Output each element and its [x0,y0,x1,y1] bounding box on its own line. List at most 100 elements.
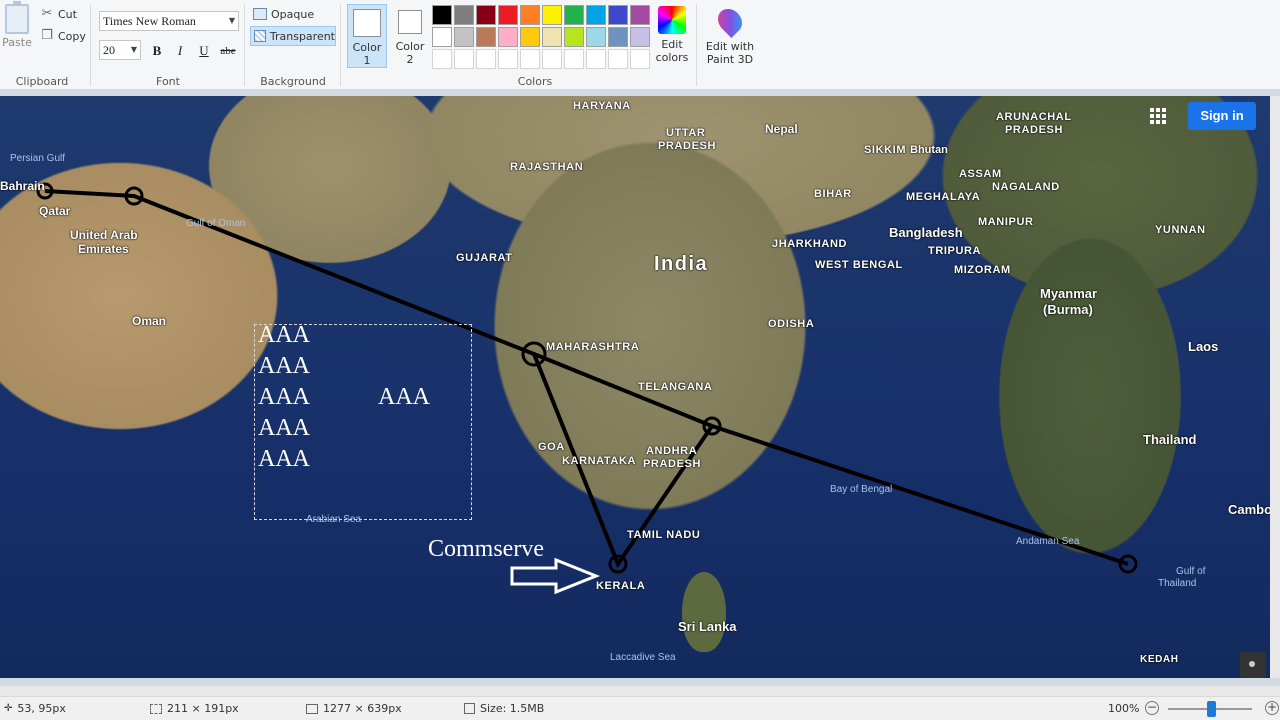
transparent-icon [254,30,266,42]
map-label: Oman [132,314,167,328]
divider [340,4,341,86]
selection-icon [150,703,162,714]
map-label: Cambo [1228,502,1270,517]
color2-swatch [398,10,422,34]
font-group-label: Font [156,75,180,88]
canvas-text: AAA [258,446,310,472]
cut-label: Cut [58,7,77,21]
map-label: SIKKIM [864,144,907,156]
copy-button[interactable]: ❐ Copy [40,27,86,45]
color1-swatch [353,9,381,37]
apps-grid-icon[interactable] [1150,108,1166,124]
map-label: KARNATAKA [562,455,637,467]
image-size-icon [306,703,318,714]
font-family-select[interactable]: Times New Roman ▼ [99,11,239,31]
sign-in-button[interactable]: Sign in [1188,102,1256,130]
my-location-icon[interactable] [1240,652,1266,678]
map-label: GOA [538,441,565,453]
horizontal-scrollbar[interactable] [0,686,1280,696]
map-label: ASSAM [959,168,1002,180]
map-label: Laccadive Sea [610,652,676,663]
font-size-select[interactable]: 20 ▼ [99,40,141,60]
map-label: ODISHA [768,318,815,330]
zoom-in-button[interactable]: + [1265,701,1279,715]
map-label: ARUNACHAL [996,111,1072,123]
map-label: PRADESH [1005,124,1063,136]
opaque-option[interactable]: Opaque [250,4,336,24]
map-label: India [654,253,709,275]
paint3d-line1: Edit with [705,40,755,53]
disk-icon [464,703,475,714]
map-label: MEGHALAYA [906,191,981,203]
strikethrough-button[interactable]: abe [218,42,238,60]
arrow-shape [510,557,601,595]
map-label: PRADESH [643,458,701,470]
vertical-scrollbar[interactable] [1270,96,1280,678]
selection-size: 211 × 191px [150,702,239,715]
cursor-icon: ✛ [4,703,13,714]
copy-icon: ❐ [41,28,53,43]
color2-label-line1: Color [395,40,425,53]
paint3d-icon [713,4,747,38]
selection-size-text: 211 × 191px [167,702,239,715]
map-label: NAGALAND [992,181,1060,193]
color-wheel-icon [658,6,686,34]
map-label: TRIPURA [928,245,982,257]
map-label: KEDAH [1140,654,1179,665]
map-label: YUNNAN [1155,224,1206,236]
map-image[interactable]: HARYANA UTTAR PRADESH Nepal ARUNACHAL PR… [0,96,1270,678]
map-label: Thailand [1143,432,1197,447]
color2-label-line2: 2 [406,53,414,66]
clipboard-group-label: Clipboard [15,75,69,88]
map-label: Bahrain [0,179,45,193]
chevron-down-icon: ▼ [228,16,235,25]
canvas-text: AAA [258,322,310,348]
map-label: United Arab [70,228,138,242]
zoom-slider-thumb[interactable] [1207,701,1216,717]
opaque-icon [253,8,267,20]
map-label: (Burma) [1043,302,1093,317]
map-label: Emirates [78,242,129,256]
commserve-label: Commserve [428,536,544,562]
zoom-out-button[interactable]: − [1145,701,1159,715]
edit-with-paint3d-button[interactable]: Edit with Paint 3D [704,4,756,66]
underline-button[interactable]: U [194,42,214,60]
map-label: Myanmar [1040,286,1098,301]
copy-label: Copy [58,29,86,43]
map-label: WEST BENGAL [815,259,903,271]
image-size: 1277 × 639px [306,702,402,715]
italic-button[interactable]: I [170,42,190,60]
chevron-down-icon: ▼ [130,45,137,54]
map-label: Persian Gulf [10,153,66,164]
file-size: Size: 1.5MB [464,702,544,715]
map-label: Thailand [1158,578,1197,589]
bold-button[interactable]: B [147,42,167,60]
map-label: MIZORAM [954,264,1011,276]
map-label: Qatar [39,204,71,218]
map-label: Bay of Bengal [830,484,893,495]
background-group-label: Background [260,75,326,88]
color1-label-line1: Color [352,41,382,54]
transparent-option[interactable]: Transparent [250,26,336,46]
divider [696,4,697,86]
divider [244,4,245,86]
cursor-position-text: 53, 95px [17,702,66,715]
clipboard-group: Paste ✂ Cut ❐ Copy Clipboard [0,0,86,90]
font-family-value: Times New Roman [103,14,196,28]
edit-colors-button[interactable]: Edit colors [653,4,691,64]
map-label: Laos [1188,339,1219,354]
map-label: UTTAR [666,127,706,139]
color1-button[interactable]: Color 1 [347,4,387,68]
paste-label: Paste [2,36,32,49]
map-label: ANDHRA [646,445,698,457]
map-label: Bangladesh [889,225,963,240]
canvas-area[interactable]: HARYANA UTTAR PRADESH Nepal ARUNACHAL PR… [0,90,1280,696]
map-label: Andaman Sea [1016,536,1080,547]
canvas-text: AAA [258,415,310,441]
clipboard-icon [5,1,29,34]
cut-button[interactable]: ✂ Cut [40,5,77,23]
map-label: Gulf of [1176,566,1206,577]
color2-button[interactable]: Color 2 [390,4,430,68]
map-label: TELANGANA [638,381,713,393]
paste-button[interactable]: Paste [2,1,32,49]
